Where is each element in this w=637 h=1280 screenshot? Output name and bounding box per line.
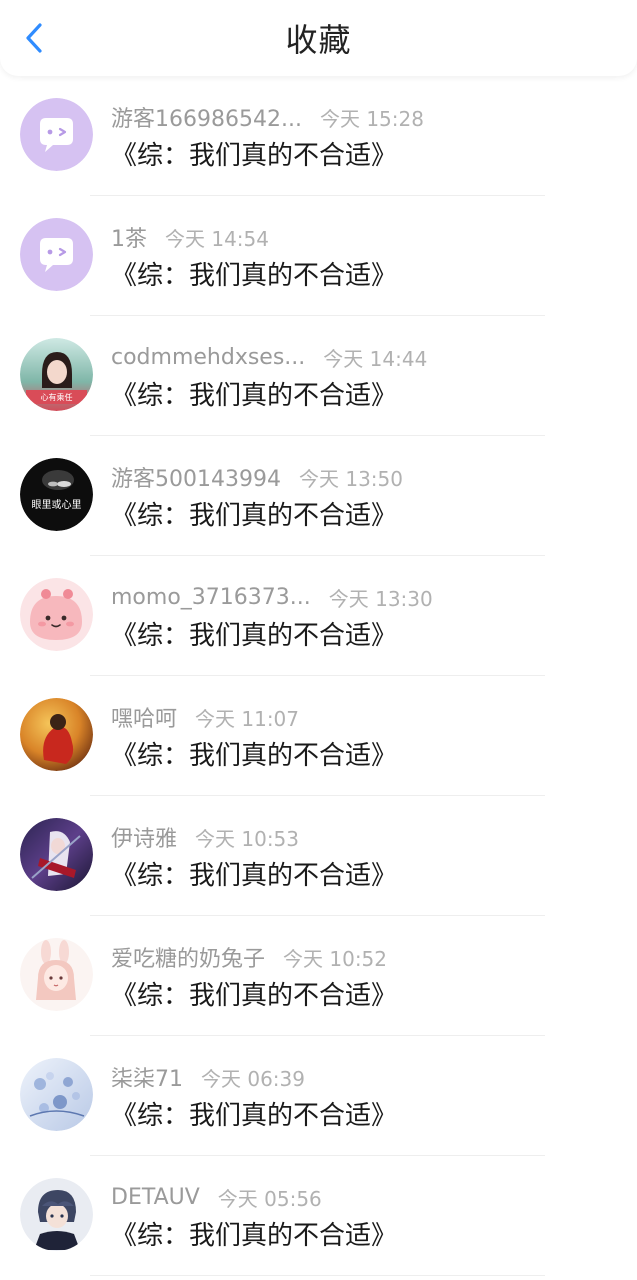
avatar[interactable] [20, 1178, 93, 1251]
timestamp: 今天 13:50 [298, 466, 403, 491]
list-item[interactable]: 游客166986542... 今天 15:28 《综：我们真的不合适》 [0, 76, 637, 196]
page-title: 收藏 [285, 21, 352, 59]
username[interactable]: 游客166986542... [111, 101, 302, 133]
svg-text:眼里或心里: 眼里或心里 [32, 499, 82, 511]
list-item[interactable]: 眼里或心里 游客500143994 今天 13:50 《综：我们真的不合适》 [0, 436, 637, 556]
timestamp: 今天 10:52 [283, 946, 388, 971]
avatar[interactable] [20, 98, 93, 171]
timestamp: 今天 15:28 [319, 106, 424, 131]
timestamp: 今天 13:30 [328, 586, 433, 611]
username[interactable]: 伊诗雅 [111, 821, 177, 853]
avatar[interactable] [20, 938, 93, 1011]
list-item[interactable]: 心有乘任 codmmehdxses... 今天 14:44 《综：我们真的不合适… [0, 316, 637, 436]
avatar[interactable] [20, 578, 93, 651]
favorites-list: 游客166986542... 今天 15:28 《综：我们真的不合适》 1茶 今… [0, 76, 637, 1276]
timestamp: 今天 14:54 [165, 226, 269, 251]
book-title[interactable]: 《综：我们真的不合适》 [111, 1098, 397, 1134]
username[interactable]: 爱吃糖的奶兔子 [111, 941, 265, 973]
avatar[interactable] [20, 818, 93, 891]
list-item[interactable]: 1茶 今天 14:54 《综：我们真的不合适》 [0, 196, 637, 316]
avatar[interactable] [20, 698, 93, 771]
avatar[interactable]: 眼里或心里 [20, 458, 93, 531]
favorites-page: 收藏 游客166986542... 今天 15:28 《综：我们真的不合适》 1… [0, 0, 637, 1280]
username[interactable]: codmmehdxses... [111, 345, 305, 370]
avatar[interactable]: 心有乘任 [20, 338, 93, 411]
top-bar: 收藏 [0, 0, 637, 76]
avatar[interactable] [20, 218, 93, 291]
username[interactable]: 1茶 [111, 221, 147, 253]
avatar[interactable] [20, 1058, 93, 1131]
username[interactable]: 游客500143994 [111, 461, 281, 493]
list-item[interactable]: momo_3716373... 今天 13:30 《综：我们真的不合适》 [0, 556, 637, 676]
username[interactable]: momo_3716373... [111, 585, 311, 610]
timestamp: 今天 10:53 [195, 826, 300, 851]
book-title[interactable]: 《综：我们真的不合适》 [111, 378, 397, 414]
book-title[interactable]: 《综：我们真的不合适》 [111, 138, 397, 174]
book-title[interactable]: 《综：我们真的不合适》 [111, 738, 397, 774]
timestamp: 今天 14:44 [323, 346, 428, 371]
list-item[interactable]: 嘿哈呵 今天 11:07 《综：我们真的不合适》 [0, 676, 637, 796]
username[interactable]: 柒柒71 [111, 1061, 183, 1093]
book-title[interactable]: 《综：我们真的不合适》 [111, 978, 397, 1014]
book-title[interactable]: 《综：我们真的不合适》 [111, 858, 397, 894]
list-item[interactable]: DETAUV 今天 05:56 《综：我们真的不合适》 [0, 1156, 637, 1276]
timestamp: 今天 11:07 [195, 706, 300, 731]
book-title[interactable]: 《综：我们真的不合适》 [111, 1218, 397, 1254]
book-title[interactable]: 《综：我们真的不合适》 [111, 618, 397, 654]
timestamp: 今天 05:56 [217, 1186, 322, 1211]
list-item[interactable]: 柒柒71 今天 06:39 《综：我们真的不合适》 [0, 1036, 637, 1156]
list-item[interactable]: 爱吃糖的奶兔子 今天 10:52 《综：我们真的不合适》 [0, 916, 637, 1036]
username[interactable]: DETAUV [111, 1185, 200, 1210]
book-title[interactable]: 《综：我们真的不合适》 [111, 498, 397, 534]
list-item[interactable]: 伊诗雅 今天 10:53 《综：我们真的不合适》 [0, 796, 637, 916]
username[interactable]: 嘿哈呵 [111, 701, 177, 733]
book-title[interactable]: 《综：我们真的不合适》 [111, 258, 397, 294]
svg-text:心有乘任: 心有乘任 [41, 392, 73, 402]
timestamp: 今天 06:39 [201, 1066, 305, 1091]
